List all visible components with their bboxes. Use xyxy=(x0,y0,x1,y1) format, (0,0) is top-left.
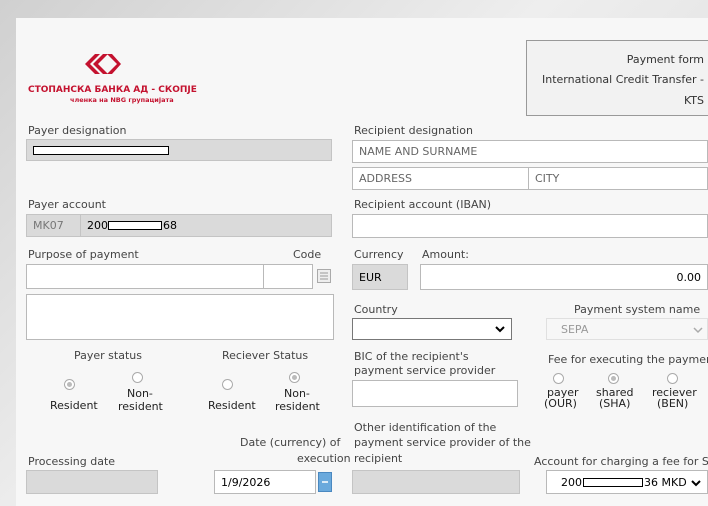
recipient-city-input[interactable]: CITY xyxy=(528,167,708,190)
payer-account-label: Payer account xyxy=(28,198,106,211)
bic-input[interactable] xyxy=(352,380,518,407)
receiver-resident-radio[interactable] xyxy=(222,379,233,390)
receiver-nonresident-radio[interactable] xyxy=(289,372,300,383)
recipient-address-input[interactable]: ADDRESS xyxy=(352,167,530,190)
other-id-line1: Other identification of the xyxy=(354,421,497,434)
country-label: Country xyxy=(354,303,398,316)
currency-field: EUR xyxy=(352,264,408,290)
payer-account-prefix: MK07 xyxy=(26,214,82,237)
receiver-non-label: Non- xyxy=(284,387,310,400)
recipient-account-label: Recipient account (IBAN) xyxy=(354,198,492,211)
form-header-line3: KTS xyxy=(683,94,704,107)
fee-account-end: 36 MKD xyxy=(644,475,687,489)
purpose-input[interactable] xyxy=(26,264,264,289)
form-header-box: Payment form International Credit Transf… xyxy=(526,40,708,116)
other-id-line2: payment service provider of the xyxy=(354,436,531,449)
payer-designation-label: Payer designation xyxy=(28,124,127,137)
chevron-down-icon xyxy=(691,480,701,487)
payment-form-panel: СТОПАНСКА БАНКА АД - СКОПЈЕ членка на NB… xyxy=(16,18,708,506)
form-header-line2: International Credit Transfer - xyxy=(542,73,704,86)
execution-date-label-l2: execution xyxy=(297,452,351,465)
payer-nonresident-radio[interactable] xyxy=(132,372,143,383)
amount-value: 0.00 xyxy=(676,270,702,284)
recipient-designation-label: Recipient designation xyxy=(354,124,473,137)
calendar-dash-icon xyxy=(322,481,328,483)
other-id-line3: recipient xyxy=(354,452,403,465)
amount-input[interactable]: 0.00 xyxy=(420,264,708,290)
payer-nonresident-label: resident xyxy=(118,400,163,413)
payer-resident-label: Resident xyxy=(50,399,98,412)
payer-status-label: Payer status xyxy=(74,349,142,362)
payment-system-label: Payment system name xyxy=(574,303,701,316)
fee-ben-radio[interactable] xyxy=(667,373,678,384)
execution-date-value: 1/9/2026 xyxy=(221,475,271,489)
receiver-resident-label: Resident xyxy=(208,399,256,412)
payer-designation-field[interactable] xyxy=(26,139,332,161)
code-list-icon[interactable] xyxy=(317,269,331,283)
processing-date-label: Processing date xyxy=(28,455,116,468)
fee-label: Fee for executing the payment xyxy=(548,353,708,366)
fee-ben-line2: (BEN) xyxy=(657,397,689,410)
payer-account-end: 68 xyxy=(163,219,177,232)
chevron-down-icon xyxy=(495,326,505,333)
currency-label: Currency xyxy=(354,248,404,261)
recipient-iban-input[interactable] xyxy=(352,214,708,238)
fee-our-line2: (OUR) xyxy=(544,397,577,410)
purpose-details-textarea[interactable] xyxy=(26,294,334,340)
fee-account-label: Account for charging a fee for SB xyxy=(534,455,708,468)
country-select[interactable] xyxy=(352,318,512,340)
chevron-down-icon xyxy=(693,327,703,334)
bank-logo-icon xyxy=(81,52,121,76)
redaction xyxy=(33,145,169,155)
purpose-label: Purpose of payment xyxy=(28,248,139,261)
payer-non-label: Non- xyxy=(127,387,153,400)
fee-account-start: 200 xyxy=(561,475,582,489)
redaction xyxy=(108,221,162,230)
bank-subtitle: членка на NBG групацијата xyxy=(70,96,174,104)
bic-label-line2: payment service provider xyxy=(354,364,496,377)
payment-system-value: SEPA xyxy=(561,322,589,336)
fee-sha-radio[interactable] xyxy=(608,373,619,384)
execution-date-input[interactable]: 1/9/2026 xyxy=(214,470,316,494)
form-header-line1: Payment form xyxy=(626,53,704,66)
receiver-status-label: Reciever Status xyxy=(222,349,309,362)
processing-date-field xyxy=(26,470,158,494)
other-id-input xyxy=(352,470,520,494)
bic-label-line1: BIC of the recipient's xyxy=(354,350,469,363)
calendar-picker-button[interactable] xyxy=(318,472,332,492)
execution-date-label-l1: Date (currency) of xyxy=(240,436,341,449)
redaction xyxy=(583,477,643,487)
bank-name: СТОПАНСКА БАНКА АД - СКОПЈЕ xyxy=(28,85,197,95)
payment-system-select[interactable]: SEPA xyxy=(546,318,708,340)
code-input[interactable] xyxy=(263,264,313,289)
recipient-name-input[interactable]: NAME AND SURNAME xyxy=(352,140,708,163)
payer-account-field[interactable]: 200 68 xyxy=(80,214,332,237)
payer-resident-radio[interactable] xyxy=(64,379,75,390)
amount-label: Amount: xyxy=(422,248,469,261)
code-label: Code xyxy=(293,248,322,261)
fee-sha-line2: (SHA) xyxy=(599,397,631,410)
receiver-nonresident-label: resident xyxy=(275,400,320,413)
fee-account-select[interactable]: 200 36 MKD xyxy=(546,470,708,494)
payer-account-start: 200 xyxy=(87,219,108,232)
fee-our-radio[interactable] xyxy=(553,373,564,384)
